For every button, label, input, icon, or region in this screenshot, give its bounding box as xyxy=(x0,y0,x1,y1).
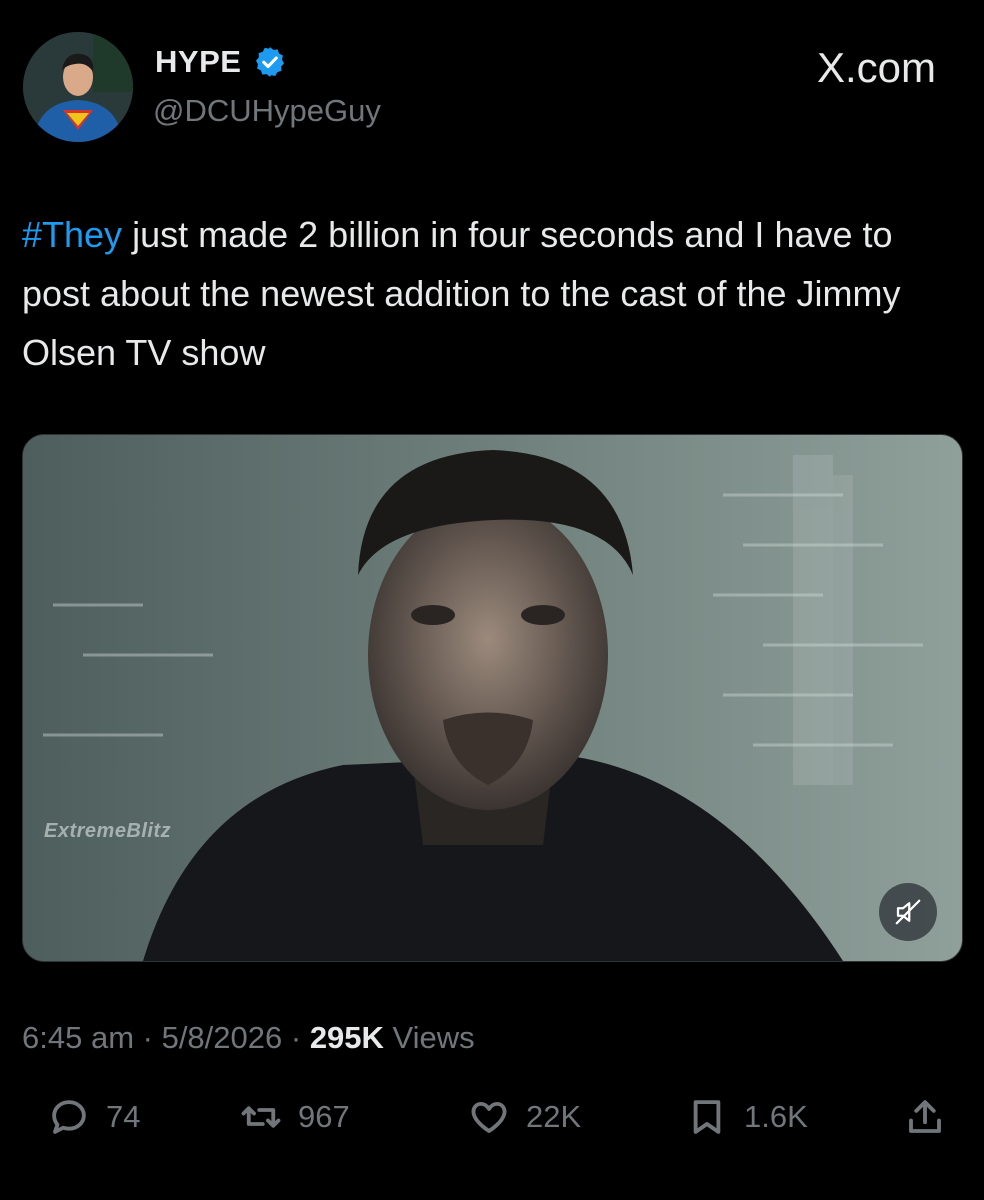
bookmark-icon xyxy=(693,1100,721,1134)
tweet-meta: 6:45 am · 5/8/2026 · 295K Views xyxy=(22,1020,475,1056)
meta-separator: · xyxy=(282,1020,310,1055)
repost-count: 967 xyxy=(298,1099,350,1134)
reply-icon xyxy=(52,1100,86,1134)
meta-separator: · xyxy=(134,1020,162,1055)
hashtag-link[interactable]: #They xyxy=(22,214,122,255)
avatar-image xyxy=(23,32,133,142)
tweet-text: #They just made 2 billion in four second… xyxy=(22,205,952,382)
tweet-date[interactable]: 5/8/2026 xyxy=(162,1020,283,1055)
video-player[interactable] xyxy=(22,434,963,962)
like-count: 22K xyxy=(526,1099,582,1134)
tweet-body: just made 2 billion in four seconds and … xyxy=(22,214,901,373)
author-name-row: HYPE xyxy=(155,44,287,80)
brand-label: X.com xyxy=(816,44,936,91)
tweet-time[interactable]: 6:45 am xyxy=(22,1020,134,1055)
reply-count: 74 xyxy=(106,1099,141,1134)
bookmark-count: 1.6K xyxy=(744,1099,808,1134)
action-bar: 74 967 22K 1.6K xyxy=(0,1096,984,1156)
video-frame xyxy=(23,435,962,961)
like-icon xyxy=(471,1101,507,1133)
repost-icon xyxy=(241,1106,281,1128)
share-button[interactable] xyxy=(904,1096,946,1138)
mute-button[interactable] xyxy=(879,883,937,941)
views-label: Views xyxy=(383,1020,475,1055)
video-watermark: ExtremeBlitz xyxy=(44,820,172,842)
views-count: 295K xyxy=(309,1020,384,1055)
bookmark-button[interactable]: 1.6K xyxy=(686,1096,808,1138)
like-button[interactable]: 22K xyxy=(468,1096,581,1138)
volume-muted-icon xyxy=(895,899,921,925)
repost-button[interactable]: 967 xyxy=(240,1096,350,1138)
share-icon xyxy=(909,1100,941,1133)
author-handle[interactable]: @DCUHypeGuy xyxy=(153,93,381,129)
verified-badge-icon xyxy=(256,47,285,77)
reply-button[interactable]: 74 xyxy=(48,1096,140,1138)
display-name[interactable]: HYPE xyxy=(155,44,241,80)
avatar[interactable] xyxy=(23,32,133,142)
